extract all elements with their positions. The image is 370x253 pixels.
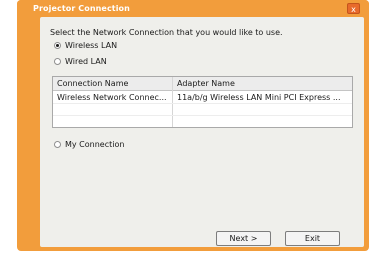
wired-lan-label: Wired LAN [65,57,107,66]
content-panel [40,17,364,247]
my-connection-radio[interactable] [54,141,61,148]
wireless-lan-radio[interactable] [54,42,61,49]
my-connection-label: My Connection [65,140,125,149]
wired-lan-radio[interactable] [54,58,61,65]
next-button[interactable]: Next > [216,231,271,246]
exit-button[interactable]: Exit [285,231,340,246]
table-row-empty[interactable] [53,115,352,127]
wireless-lan-label: Wireless LAN [65,41,118,50]
table-header: Connection Name Adapter Name [53,77,352,91]
instruction-text: Select the Network Connection that you w… [50,28,283,37]
my-connection-option[interactable]: My Connection [54,140,124,149]
adapter-name-cell: 11a/b/g Wireless LAN Mini PCI Express ..… [177,93,341,102]
close-icon: x [351,5,356,14]
connection-table: Connection Name Adapter Name Wireless Ne… [52,76,353,128]
wired-lan-option[interactable]: Wired LAN [54,57,107,66]
column-header-adapter-name[interactable]: Adapter Name [177,79,235,88]
connection-name-cell: Wireless Network Connec... [57,93,167,102]
column-header-connection-name[interactable]: Connection Name [57,79,128,88]
dialog-title: Projector Connection [33,4,130,13]
close-button[interactable]: x [347,3,360,14]
wireless-lan-option[interactable]: Wireless LAN [54,41,117,50]
